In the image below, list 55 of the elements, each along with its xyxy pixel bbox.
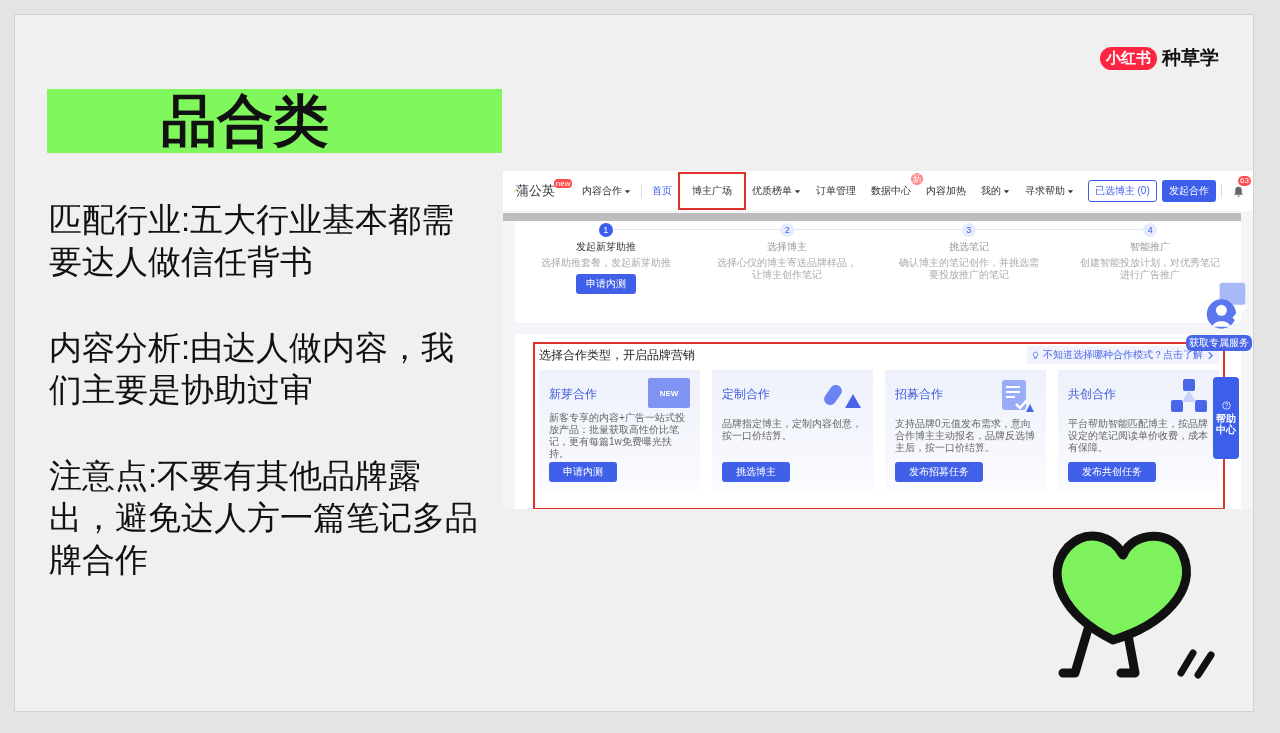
card-title: 定制合作: [722, 386, 770, 403]
nav-item[interactable]: 内容合作: [577, 172, 637, 210]
card-description: 支持品牌0元值发布需求，意向合作博主主动报名，品牌反选博主后，按一口价结算。: [895, 418, 1036, 455]
step-number: 4: [1143, 223, 1158, 237]
chevron-icon: [1206, 350, 1215, 360]
help-center-button[interactable]: 帮助中心: [1213, 377, 1239, 459]
notification-count: 63: [1238, 175, 1251, 186]
step-number: 1: [598, 223, 613, 237]
card-description: 品牌指定博主，定制内容创意，按一口价结算。: [722, 418, 863, 443]
title-banner: 品合类: [47, 89, 502, 153]
service-label[interactable]: 获取专属服务: [1186, 335, 1252, 351]
card-description: 新客专享的内容+广告一站式投放产品：批量获取高性价比笔记，更有每篇1w免费曝光扶持。: [549, 412, 686, 460]
step-number: 3: [961, 223, 976, 237]
nav-item[interactable]: 首页: [646, 172, 677, 210]
new-badge-illustration: NEW: [648, 378, 690, 408]
card-title: 招募合作: [895, 386, 943, 403]
step-description: 选择助推套餐，发起新芽助推: [539, 257, 672, 269]
step-title: 智能推广: [1130, 240, 1171, 254]
step-description: 选择心仪的博主寄送品牌样品，让博主创作笔记: [717, 257, 858, 281]
question-icon: [1221, 401, 1231, 410]
card-action-button[interactable]: 挑选博主: [722, 462, 790, 482]
card-action-button[interactable]: 申请内测: [549, 462, 617, 482]
nav-item[interactable]: 订单管理: [810, 172, 861, 210]
card-action-button[interactable]: 发布招募任务: [895, 462, 983, 482]
new-badge: 新: [910, 173, 923, 185]
card-description: 平台帮助智能匹配博主，按品牌设定的笔记阅读单价收费，成本有保障。: [1068, 418, 1209, 455]
nav-item[interactable]: 博主广场: [677, 172, 746, 210]
step-title: 发起新芽助推: [575, 240, 636, 254]
bulb-icon: [1031, 350, 1040, 360]
brand-name: 种草学: [1162, 46, 1219, 70]
step-number: 2: [780, 223, 795, 237]
note-paragraph: 内容分析:由达人做内容，我们主要是协助过审: [49, 328, 456, 410]
card-title: 共创合作: [1068, 386, 1116, 403]
brand-badge: 小红书: [1100, 46, 1157, 70]
step-title: 挑选笔记: [948, 240, 989, 254]
note-paragraph: 匹配行业:五大行业基本都需要达人做信任背书: [49, 200, 456, 282]
new-badge: new: [553, 178, 573, 188]
scrollbar[interactable]: [503, 213, 1241, 221]
start-cooperation-button[interactable]: 发起合作: [1161, 180, 1216, 202]
step-description: 确认博主的笔记创作，并挑选需要投放推广的笔记: [898, 257, 1039, 281]
card-title: 新芽合作: [549, 386, 597, 403]
nav-item[interactable]: 我的: [975, 172, 1015, 210]
selected-bloggers-button[interactable]: 已选博主 (0): [1087, 180, 1157, 202]
nav-item[interactable]: 内容加热: [920, 172, 971, 210]
section-title: 选择合作类型，开启品牌营销: [539, 346, 695, 364]
triangles-illustration: [1169, 378, 1209, 414]
bell-icon[interactable]: [1232, 184, 1245, 198]
apply-button[interactable]: 申请内测: [575, 274, 636, 294]
nav-item[interactable]: 优质榜单: [746, 172, 806, 210]
step-title: 选择博主: [767, 240, 808, 254]
note-paragraph: 注意点:不要有其他品牌露出，避免达人方一篇笔记多品牌合作: [49, 456, 479, 580]
card-action-button[interactable]: 发布共创任务: [1068, 462, 1156, 482]
app-logo[interactable]: 蒲公英: [515, 182, 555, 200]
step-description: 创建智能投放计划，对优秀笔记进行广告推广: [1080, 257, 1221, 281]
nav-item[interactable]: 寻求帮助: [1019, 172, 1079, 210]
